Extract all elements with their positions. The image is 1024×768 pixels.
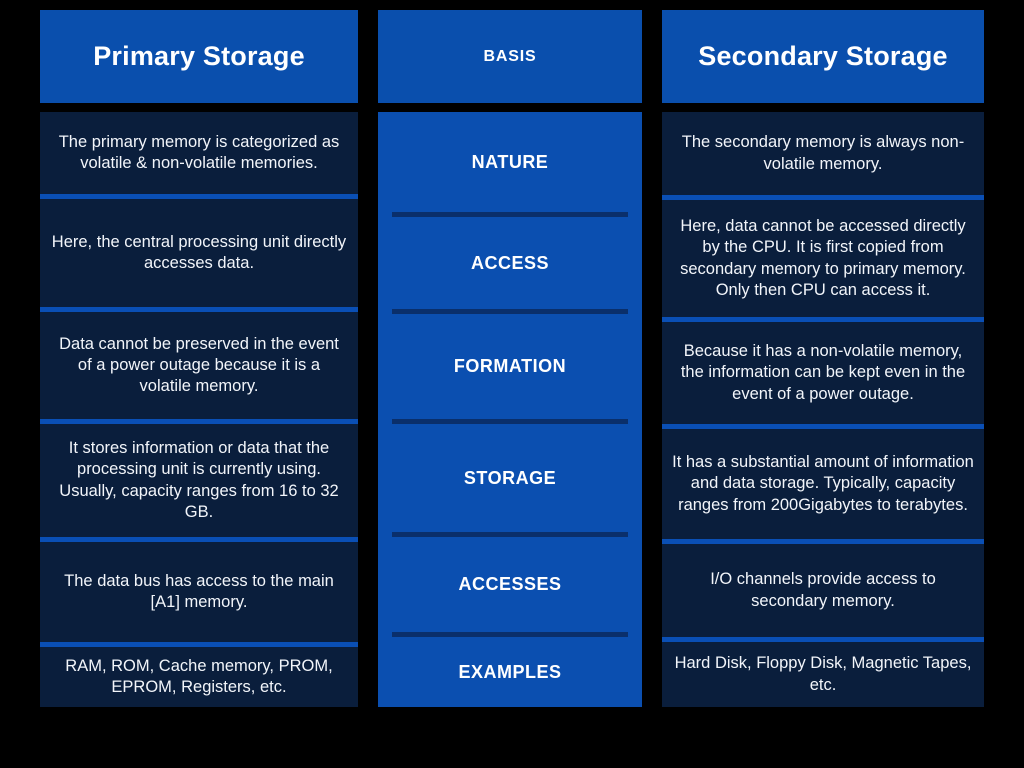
secondary-cell-examples: Hard Disk, Floppy Disk, Magnetic Tapes, … xyxy=(662,637,984,707)
secondary-cell-access: Here, data cannot be accessed directly b… xyxy=(662,195,984,317)
primary-cell-formation: Data cannot be preserved in the event of… xyxy=(40,307,358,419)
primary-storage-body: The primary memory is categorized as vol… xyxy=(40,112,358,707)
basis-label-examples: EXAMPLES xyxy=(392,632,628,707)
secondary-cell-accesses: I/O channels provide access to secondary… xyxy=(662,539,984,637)
primary-cell-access: Here, the central processing unit direct… xyxy=(40,194,358,307)
basis-label-storage: STORAGE xyxy=(392,419,628,532)
secondary-cell-nature: The secondary memory is always non-volat… xyxy=(681,133,965,173)
basis-label-nature: NATURE xyxy=(471,151,549,172)
secondary-cell-storage: It has a substantial amount of informati… xyxy=(662,424,984,539)
primary-storage-header: Primary Storage xyxy=(40,10,358,103)
primary-cell-examples: RAM, ROM, Cache memory, PROM, EPROM, Reg… xyxy=(40,642,358,707)
secondary-storage-column: Secondary Storage The secondary memory i… xyxy=(662,10,984,707)
basis-body: NATURE ACCESS FORMATION STORAGE ACCESSES… xyxy=(378,112,642,707)
primary-cell-accesses: The data bus has access to the main [A1]… xyxy=(40,537,358,642)
basis-label-accesses: ACCESSES xyxy=(392,532,628,632)
primary-cell-nature: The primary memory is categorized as vol… xyxy=(58,132,340,172)
basis-header: BASIS xyxy=(378,10,642,103)
primary-storage-column: Primary Storage The primary memory is ca… xyxy=(40,10,358,707)
basis-label-access: ACCESS xyxy=(392,212,628,309)
secondary-storage-header: Secondary Storage xyxy=(662,10,984,103)
primary-cell-storage: It stores information or data that the p… xyxy=(40,419,358,537)
secondary-storage-body: The secondary memory is always non-volat… xyxy=(662,112,984,707)
secondary-cell-formation: Because it has a non-volatile memory, th… xyxy=(662,317,984,424)
basis-column: BASIS NATURE ACCESS FORMATION STORAGE AC… xyxy=(378,10,642,707)
comparison-infographic: Primary Storage The primary memory is ca… xyxy=(0,0,1024,768)
basis-label-formation: FORMATION xyxy=(392,309,628,419)
